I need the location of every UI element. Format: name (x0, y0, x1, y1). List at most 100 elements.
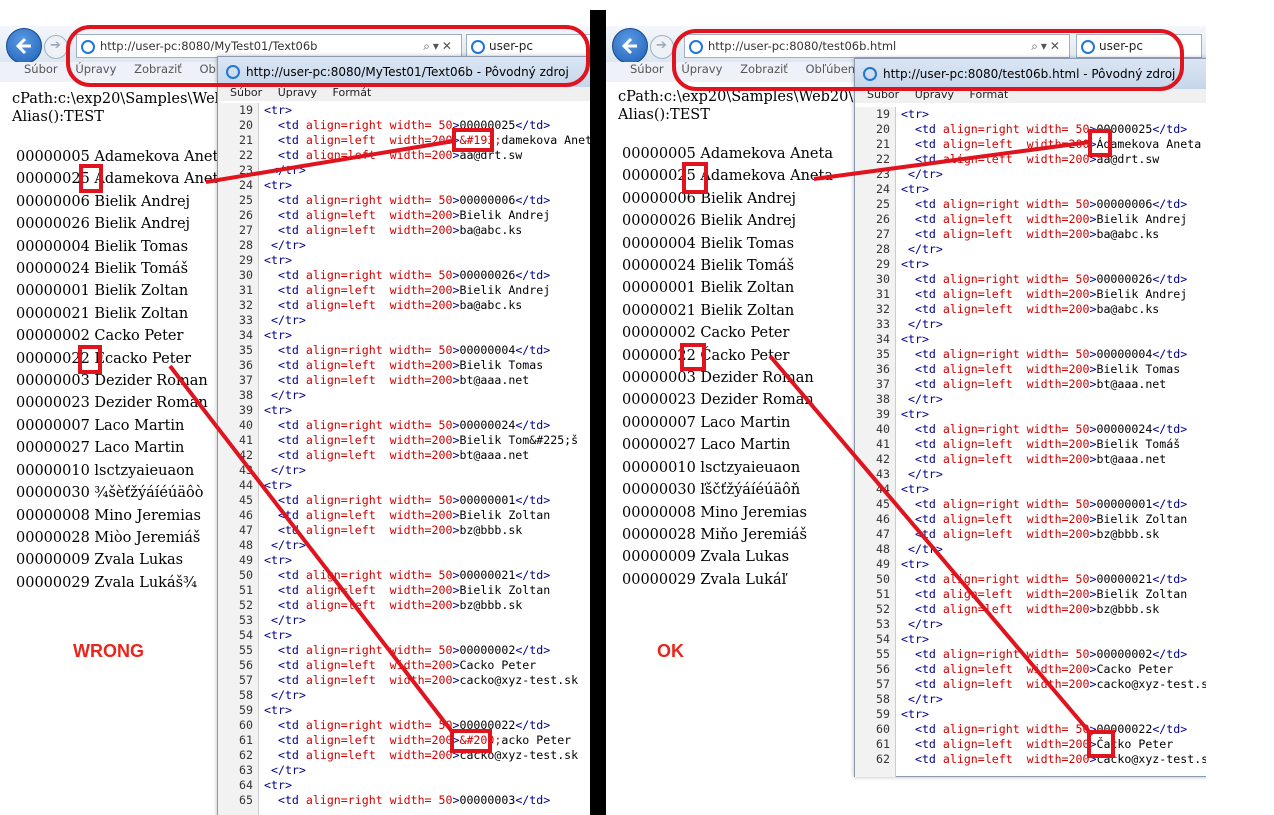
line-number: 52 (876, 602, 890, 616)
code-token: Čacko Peter (1096, 737, 1174, 751)
line-number: 52 (239, 598, 253, 612)
code-line: 64 <tr> (218, 778, 590, 793)
code-token: align=right width= 50 (942, 647, 1090, 661)
name-row: 00000009 Zvala Lukas (16, 552, 184, 569)
ie-icon (226, 65, 240, 79)
line-number: 47 (239, 523, 253, 537)
back-button[interactable] (612, 28, 648, 64)
code-token: </td> (1152, 122, 1188, 136)
forward-button[interactable]: ➔ (44, 35, 68, 59)
code-line: 45 <td align=right width= 50>00000001</t… (855, 497, 1206, 512)
code-token: <tr> (264, 253, 292, 267)
source-title-bar: http://user-pc:8080/MyTest01/Text06b - P… (218, 57, 590, 87)
code-token: align=left width=200 (942, 287, 1090, 301)
name-row: 00000010 lsctzyaieuaon (622, 459, 801, 476)
address-bar[interactable]: http://user-pc:8080/MyTest01/Text06b ⌕▾✕ (76, 34, 462, 58)
code-token: <td (914, 362, 943, 376)
code-line: 27 <td align=left width=200>ba@abc.ks (218, 223, 590, 238)
code-line: 31 <td align=left width=200>Bielik Andre… (855, 287, 1206, 302)
verdict-ok-label: OK (657, 641, 684, 661)
code-token: </td> (515, 493, 551, 507)
name-row: 00000030 ¾šèťžýáíéúäôò (16, 485, 204, 502)
line-number: 21 (239, 133, 253, 147)
menu-file[interactable]: Súbor (630, 62, 664, 76)
line-number: 19 (876, 107, 890, 121)
line-number: 65 (239, 793, 253, 807)
line-number: 25 (876, 197, 890, 211)
line-number: 45 (876, 497, 890, 511)
browser-tab[interactable]: user-pc (466, 34, 590, 58)
menu-edit[interactable]: Úpravy (681, 62, 722, 76)
menu-edit[interactable]: Úpravy (75, 62, 116, 76)
source-menu-format[interactable]: Formát (970, 89, 1009, 101)
code-token: <td (914, 752, 943, 766)
forward-button[interactable]: ➔ (650, 35, 674, 59)
code-line: 62 <td align=left width=200>cacko@xyz-te… (218, 748, 590, 763)
code-token: <td (277, 508, 306, 522)
menu-file[interactable]: Súbor (24, 62, 58, 76)
line-number: 37 (239, 373, 253, 387)
line-number: 63 (239, 763, 253, 777)
code-token: <tr> (901, 632, 929, 646)
code-token: <td (277, 148, 306, 162)
code-line: 20 <td align=right width= 50>00000025</t… (218, 118, 590, 133)
code-line: 39 <tr> (218, 403, 590, 418)
address-bar[interactable]: http://user-pc:8080/test06b.html ⌕▾✕ (684, 34, 1070, 58)
code-line: 55 <td align=right width= 50>00000002</t… (855, 647, 1206, 662)
source-menu-file[interactable]: Súbor (230, 87, 262, 99)
code-token: align=left width=200 (942, 602, 1090, 616)
line-number: 62 (239, 748, 253, 762)
code-token: Bielik Andrej (459, 283, 551, 297)
search-refresh-icon[interactable]: ⌕▾✕ (423, 35, 455, 57)
source-menu-edit[interactable]: Úpravy (278, 87, 317, 99)
browser-tab[interactable]: user-pc (1076, 34, 1202, 58)
cpath-line: cPath:c:\exp20\Samples\Web20 (12, 91, 243, 107)
back-arrow-icon (15, 37, 31, 55)
line-number: 36 (239, 358, 253, 372)
code-token: </td> (1152, 347, 1188, 361)
code-line: 27 <td align=left width=200>ba@abc.ks (855, 227, 1206, 242)
code-line: 46 <td align=left width=200>Bielik Zolta… (855, 512, 1206, 527)
source-menu-file[interactable]: Súbor (867, 89, 899, 101)
code-token: align=right width= 50 (942, 572, 1090, 586)
name-row: 00000021 Bielik Zoltan (622, 302, 795, 319)
code-line: 24 <tr> (855, 182, 1206, 197)
name-row: 00000022 Ècacko Peter (16, 350, 192, 367)
line-number: 40 (876, 422, 890, 436)
code-token: <td (277, 343, 306, 357)
line-number: 48 (876, 542, 890, 556)
menu-view[interactable]: Zobraziť (134, 62, 182, 76)
line-number: 43 (876, 467, 890, 481)
code-token: align=left width=200 (305, 148, 453, 162)
line-number: 35 (876, 347, 890, 361)
code-token: &#200; (459, 733, 502, 747)
back-button[interactable] (6, 28, 42, 64)
name-row: 00000009 Zvala Lukas (622, 549, 790, 566)
code-token: <td (914, 287, 943, 301)
source-menu-edit[interactable]: Úpravy (915, 89, 954, 101)
code-line: 30 <td align=right width= 50>00000026</t… (218, 268, 590, 283)
name-row: 00000007 Laco Martin (622, 414, 791, 431)
code-token: <td (914, 497, 943, 511)
code-line: 55 <td align=right width= 50>00000002</t… (218, 643, 590, 658)
menu-view[interactable]: Zobraziť (740, 62, 788, 76)
line-number: 26 (239, 208, 253, 222)
search-refresh-icon[interactable]: ⌕▾✕ (1031, 35, 1063, 57)
line-number: 60 (876, 722, 890, 736)
source-menu-format[interactable]: Formát (333, 87, 372, 99)
ie-icon (1081, 40, 1095, 54)
code-token: <td (914, 602, 943, 616)
right-browser-window: ➔ http://user-pc:8080/test06b.html ⌕▾✕ u… (606, 0, 1206, 815)
